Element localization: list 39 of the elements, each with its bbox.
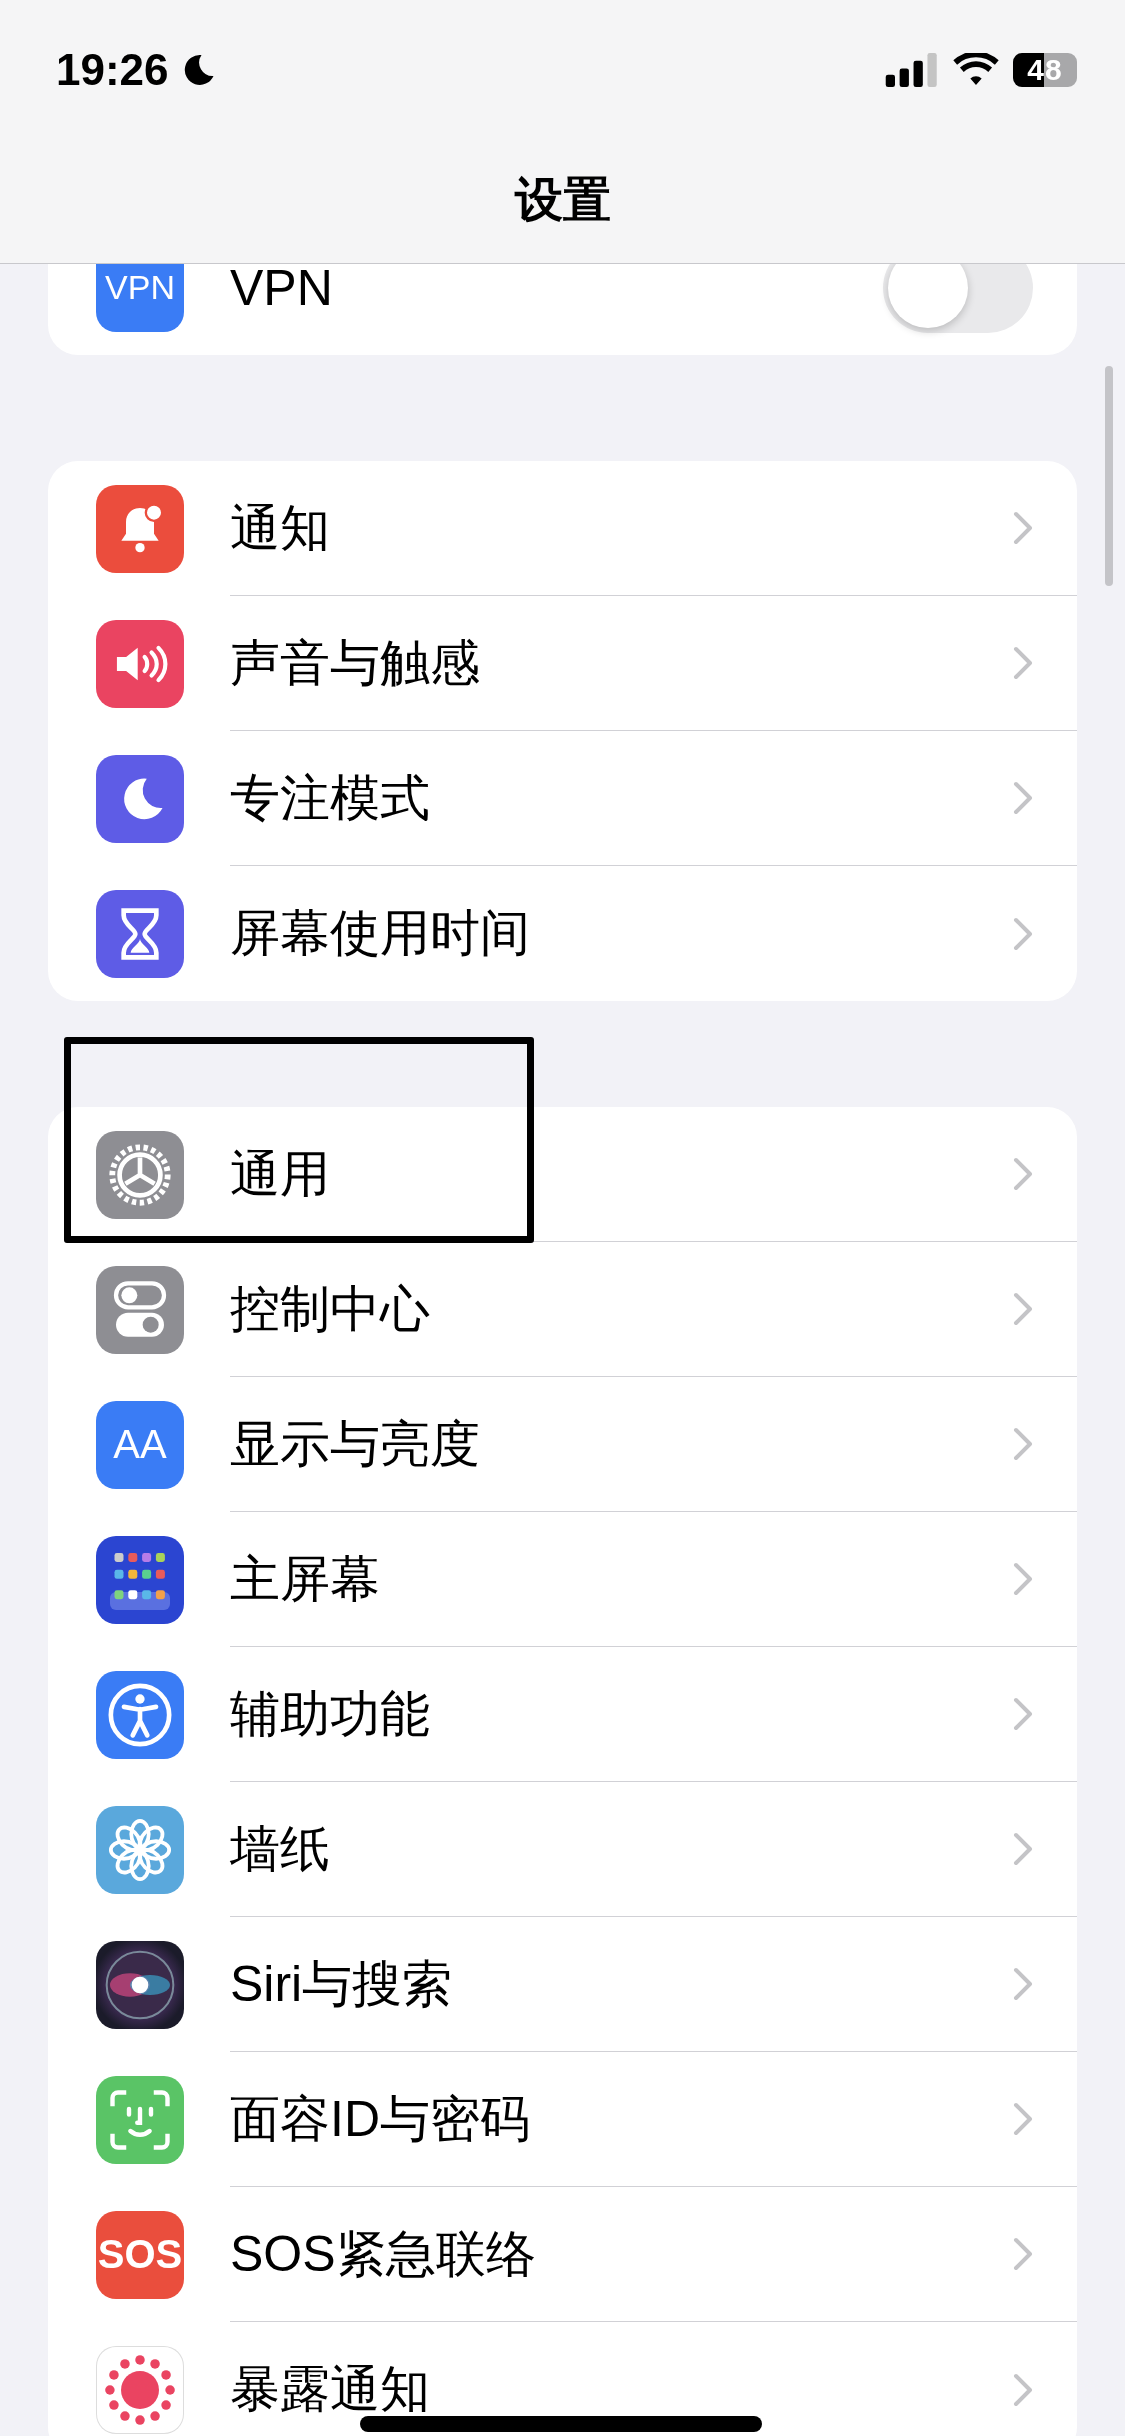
chevron-icon — [1013, 2372, 1033, 2407]
setting-label[interactable]: 主屏幕 — [230, 1545, 380, 1613]
app-icon: VPN — [96, 264, 184, 332]
setting-label[interactable]: 通用 — [230, 1140, 330, 1208]
nav-title: 设置 — [513, 172, 612, 224]
app-icon: AA — [96, 1400, 184, 1489]
chevron-icon — [1013, 646, 1033, 680]
setting-label[interactable]: 辅助功能 — [230, 1680, 430, 1748]
setting-label[interactable]: VPN — [230, 264, 333, 317]
setting-label[interactable]: SOS紧急联络 — [230, 2220, 536, 2288]
chevron-icon — [1013, 781, 1033, 815]
status-time: 19:26 — [56, 45, 169, 95]
chevron-icon — [1013, 1562, 1033, 1596]
chevron-icon — [1013, 2237, 1033, 2271]
setting-label[interactable]: 控制中心 — [230, 1275, 430, 1343]
setting-label[interactable]: 墙纸 — [230, 1815, 330, 1883]
chevron-icon — [1013, 1427, 1033, 1461]
app-icon: SOS — [96, 2210, 184, 2299]
chevron-icon — [1013, 1832, 1033, 1866]
chevron-icon — [1013, 1967, 1033, 2001]
setting-label[interactable]: 面容ID与密码 — [230, 2085, 530, 2153]
setting-label[interactable]: 声音与触感 — [230, 629, 480, 697]
setting-label[interactable]: Siri与搜索 — [230, 1950, 453, 2018]
hourglass-icon — [118, 905, 162, 962]
setting-label[interactable]: 显示与亮度 — [230, 1410, 480, 1478]
chevron-icon — [1013, 511, 1033, 545]
chevron-icon — [1013, 1157, 1033, 1191]
setting-label[interactable]: 通知 — [230, 494, 330, 562]
chevron-icon — [1013, 916, 1033, 951]
wifi-icon — [953, 53, 999, 87]
chevron-icon — [1013, 2102, 1033, 2136]
toggle-switch[interactable] — [883, 264, 1033, 333]
chevron-icon — [1013, 1292, 1033, 1326]
setting-label[interactable]: 屏幕使用时间 — [230, 900, 530, 967]
setting-label[interactable]: 专注模式 — [230, 764, 430, 832]
chevron-icon — [1013, 1697, 1033, 1731]
battery-icon: 48 — [1013, 53, 1077, 87]
setting-label[interactable]: 暴露通知 — [230, 2356, 430, 2423]
signal-icon — [885, 53, 939, 87]
